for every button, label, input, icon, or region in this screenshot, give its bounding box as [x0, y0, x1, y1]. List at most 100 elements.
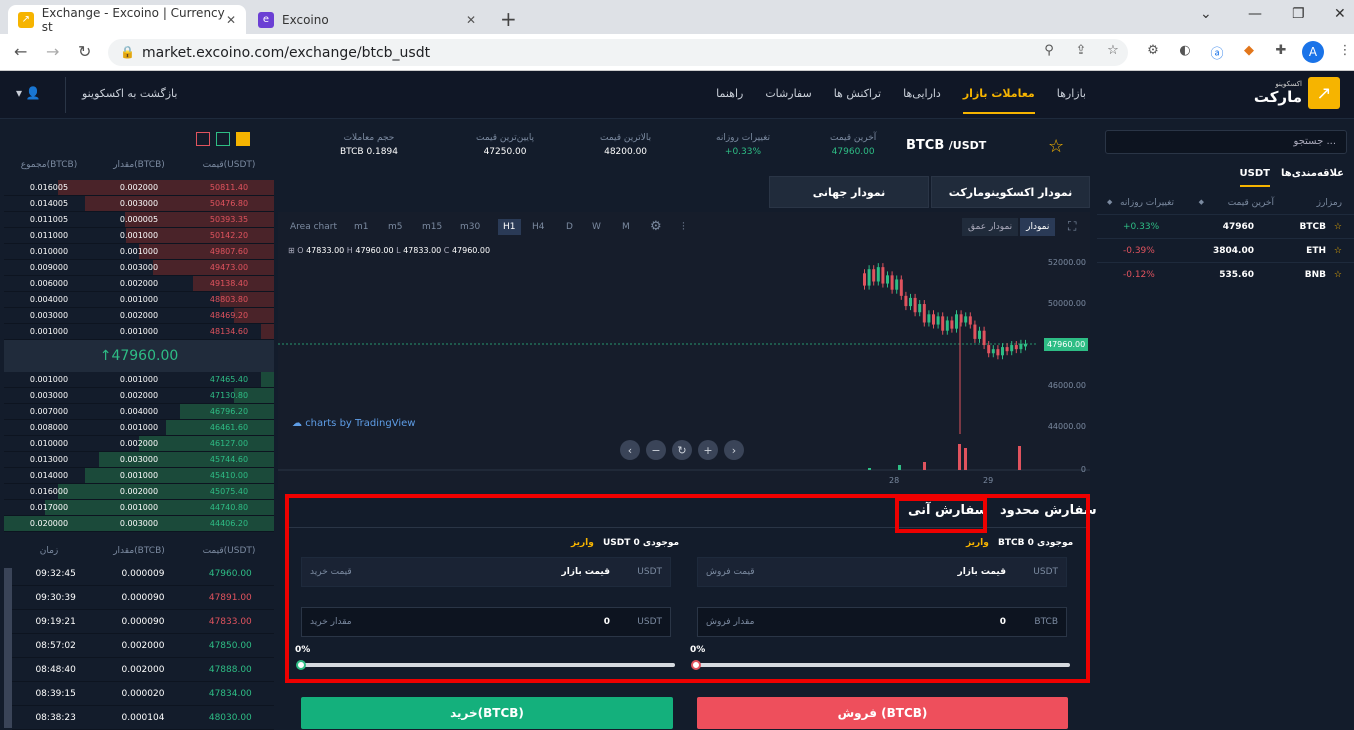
- js-extension-icon[interactable]: ⚙: [1144, 43, 1162, 61]
- ask-row[interactable]: 0.016005 0.002000 50811.40: [4, 180, 274, 196]
- zoom-out-icon[interactable]: −: [646, 440, 666, 460]
- sell-slider-knob[interactable]: [691, 660, 701, 670]
- ask-row[interactable]: 0.011000 0.001000 50142.20: [4, 228, 274, 244]
- trade-price: 48030.00: [208, 712, 252, 723]
- forward-icon[interactable]: →: [46, 42, 59, 61]
- bid-row[interactable]: 0.013000 0.003000 45744.60: [4, 452, 274, 468]
- sell-amount-input[interactable]: مقدار فروش 0 BTCB: [697, 607, 1067, 637]
- share-icon[interactable]: ⇪: [1072, 43, 1090, 61]
- ask-row[interactable]: 0.011005 0.000005 50393.35: [4, 212, 274, 228]
- reload-icon[interactable]: ↻: [78, 42, 91, 61]
- sort-icon[interactable]: ◆: [1107, 198, 1112, 206]
- ask-row[interactable]: 0.014005 0.003000 50476.80: [4, 196, 274, 212]
- sort-icon[interactable]: ◆: [1199, 198, 1204, 206]
- menu-kebab-icon[interactable]: ⋮: [1336, 43, 1354, 61]
- tab-global-chart[interactable]: نمودار جهانی: [769, 176, 929, 208]
- market-change: -0.39%: [1123, 246, 1155, 256]
- browser-tab-exchange[interactable]: ↗ Exchange - Excoino | Currency st ✕: [8, 5, 246, 34]
- buy-slider[interactable]: [300, 663, 675, 667]
- chevron-down-icon[interactable]: ⌄: [1200, 6, 1212, 22]
- ask-row[interactable]: 0.006000 0.002000 49138.40: [4, 276, 274, 292]
- buy-deposit-link[interactable]: واریز: [571, 538, 594, 548]
- bid-row[interactable]: 0.020000 0.003000 44406.20: [4, 516, 274, 532]
- ask-row[interactable]: 0.010000 0.001000 49807.60: [4, 244, 274, 260]
- favorite-star-icon[interactable]: ☆: [1334, 246, 1342, 256]
- bid-row[interactable]: 0.017000 0.001000 44740.80: [4, 500, 274, 516]
- excoino-market-logo[interactable]: اکسکوینو مارکت ↗: [1254, 77, 1340, 109]
- price-chart[interactable]: Area chart m1 m5 m15 m30 H1 H4 D W M ⚙ ⫶ نمودار ع…: [278, 212, 1090, 490]
- restore-icon[interactable]: ❐: [1292, 6, 1305, 22]
- puzzle-icon[interactable]: ✚: [1272, 43, 1290, 61]
- orderbook-view-buy-icon[interactable]: [216, 132, 230, 146]
- ask-row[interactable]: 0.004000 0.001000 48803.80: [4, 292, 274, 308]
- market-row[interactable]: ☆ ETH 3804.00 -0.39%: [1097, 238, 1354, 262]
- sell-button[interactable]: فروش (BTCB): [697, 697, 1068, 729]
- candle-body: [1005, 347, 1009, 352]
- minimize-icon[interactable]: —: [1248, 6, 1262, 22]
- ask-row[interactable]: 0.009000 0.003000 49473.00: [4, 260, 274, 276]
- bid-price: 45075.40: [209, 487, 249, 496]
- trade-time: 09:19:21: [35, 616, 76, 627]
- market-row[interactable]: ☆ BTCB 47960 +0.33%: [1097, 214, 1354, 238]
- extension-icon[interactable]: ◐: [1176, 43, 1194, 61]
- buy-button[interactable]: خرید(BTCB): [301, 697, 673, 729]
- close-tab-icon[interactable]: ✕: [226, 13, 236, 27]
- nav-help[interactable]: راهنما: [716, 87, 743, 114]
- zoom-in-icon[interactable]: +: [698, 440, 718, 460]
- bid-row[interactable]: 0.003000 0.002000 47130.80: [4, 388, 274, 404]
- bid-row[interactable]: 0.014000 0.001000 45410.00: [4, 468, 274, 484]
- bid-row[interactable]: 0.001000 0.001000 47465.40: [4, 372, 274, 388]
- stat-label: حجم معاملات: [343, 133, 395, 143]
- y-tick: 44000.00: [1047, 422, 1086, 431]
- zoom-icon[interactable]: ⚲: [1040, 43, 1058, 61]
- extension-a-icon[interactable]: ⓐ: [1208, 43, 1226, 62]
- market-row[interactable]: ☆ BNB 535.60 -0.12%: [1097, 262, 1354, 286]
- ask-row[interactable]: 0.001000 0.001000 48134.60: [4, 324, 274, 340]
- buy-amount-input[interactable]: مقدار خرید 0 USDT: [301, 607, 671, 637]
- back-icon[interactable]: ←: [14, 42, 27, 61]
- browser-tab-excoino[interactable]: e Excoino ✕: [248, 5, 486, 34]
- nav-assets[interactable]: دارایی‌ها: [903, 87, 941, 114]
- nav-transactions[interactable]: تراکنش ها: [834, 87, 881, 114]
- bid-row[interactable]: 0.008000 0.001000 46461.60: [4, 420, 274, 436]
- tab-usdt[interactable]: USDT: [1239, 168, 1270, 187]
- nav-markets[interactable]: بازارها: [1057, 87, 1086, 114]
- sell-deposit-link[interactable]: واریز: [966, 538, 989, 548]
- tab-favorites[interactable]: علاقه‌مندی‌ها: [1281, 168, 1344, 179]
- tab-excoino-chart[interactable]: نمودار اکسکوینومارکت: [931, 176, 1090, 208]
- ask-row[interactable]: 0.003000 0.002000 48469.20: [4, 308, 274, 324]
- nav-orders[interactable]: سفارشات: [765, 87, 811, 114]
- bid-total: 0.014000: [29, 471, 69, 480]
- back-to-excoino-link[interactable]: بازگشت به اکسکوینو: [82, 87, 177, 100]
- scrollbar[interactable]: [4, 568, 12, 728]
- close-window-icon[interactable]: ✕: [1334, 6, 1346, 22]
- buy-slider-knob[interactable]: [296, 660, 306, 670]
- scroll-right-icon[interactable]: ›: [724, 440, 744, 460]
- volume-bar: [868, 468, 871, 470]
- bid-row[interactable]: 0.007000 0.004000 46796.20: [4, 404, 274, 420]
- sell-price-placeholder: قیمت فروش: [706, 567, 755, 577]
- metamask-icon[interactable]: ◆: [1240, 43, 1258, 61]
- close-tab-icon[interactable]: ✕: [466, 13, 476, 27]
- scroll-left-icon[interactable]: ‹: [620, 440, 640, 460]
- profile-avatar[interactable]: A: [1302, 41, 1324, 63]
- bid-row[interactable]: 0.010000 0.002000 46127.00: [4, 436, 274, 452]
- favorite-star-icon[interactable]: ☆: [1334, 270, 1342, 280]
- favorite-star-icon[interactable]: ☆: [1334, 222, 1342, 232]
- bookmark-star-icon[interactable]: ☆: [1104, 43, 1122, 61]
- market-search-input[interactable]: جستجو ...: [1105, 130, 1347, 154]
- orderbook-view-both-icon[interactable]: [236, 132, 250, 146]
- bid-row[interactable]: 0.016000 0.002000 45075.40: [4, 484, 274, 500]
- url-field[interactable]: 🔒 market.excoino.com/exchange/btcb_usdt: [108, 39, 1128, 66]
- stat-value: +0.33%: [724, 147, 762, 157]
- sell-amount-placeholder: مقدار فروش: [706, 617, 755, 627]
- user-menu-icon[interactable]: ▾ 👤: [16, 86, 41, 100]
- new-tab-icon[interactable]: +: [500, 7, 517, 31]
- sell-slider[interactable]: [697, 663, 1070, 667]
- orderbook-view-sell-icon[interactable]: [196, 132, 210, 146]
- tradingview-brand[interactable]: ☁ charts by TradingView: [292, 418, 415, 429]
- reset-icon[interactable]: ↻: [672, 440, 692, 460]
- favorite-star-icon[interactable]: ☆: [1048, 136, 1064, 157]
- market-symbol: ETH: [1306, 246, 1326, 256]
- nav-market-trades[interactable]: معاملات بازار: [962, 87, 1035, 114]
